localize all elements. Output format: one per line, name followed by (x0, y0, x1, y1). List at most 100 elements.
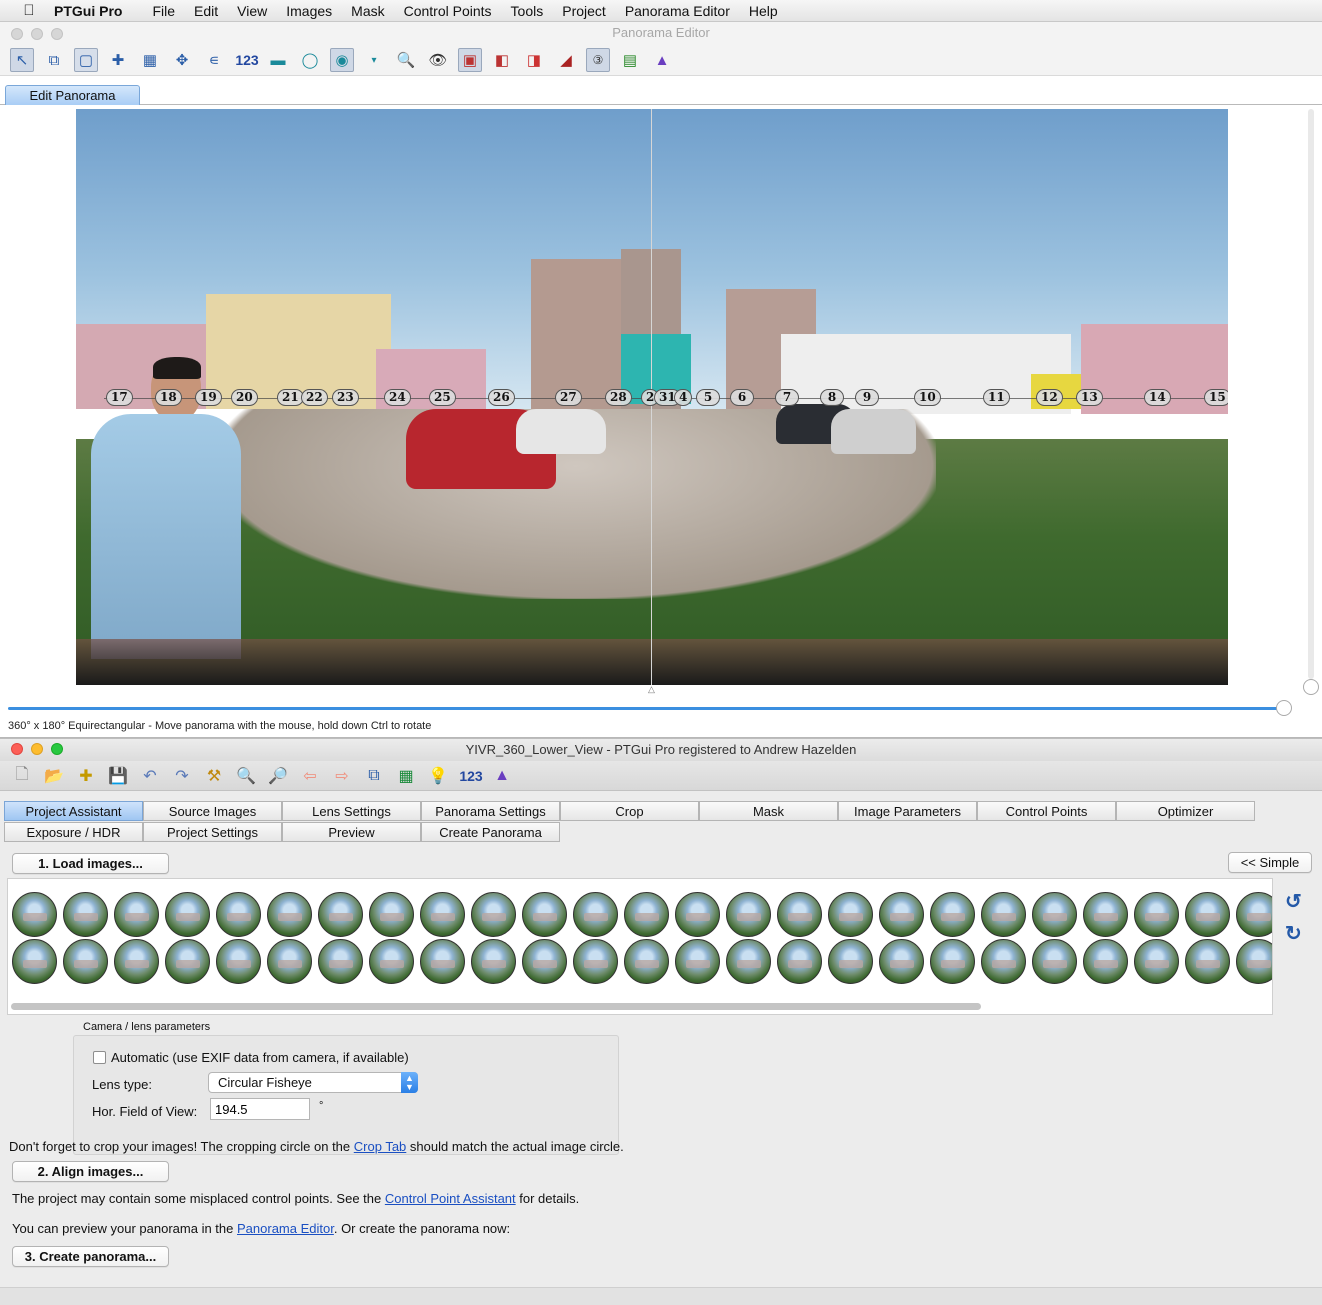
image-number-label[interactable]: 13 (1076, 389, 1103, 406)
app-name[interactable]: PTGui Pro (54, 3, 122, 19)
rotate-left-icon[interactable]: ↺ (1285, 889, 1302, 914)
image-number-label[interactable]: 9 (855, 389, 879, 406)
new-project-icon[interactable]: 🗋 (10, 764, 34, 788)
panorama-preview[interactable]: 17 18 19 20 21 22 23 24 25 26 27 28 2 31… (76, 109, 1228, 685)
projection-dropdown-icon[interactable]: ▾ (362, 48, 386, 72)
simple-mode-button[interactable]: << Simple (1228, 852, 1312, 873)
image-thumbnail[interactable] (420, 939, 465, 984)
image-number-label[interactable]: 27 (555, 389, 582, 406)
apple-icon[interactable]:  (18, 2, 40, 19)
image-number-label[interactable]: 8 (820, 389, 844, 406)
add-images-icon[interactable]: ✚ (74, 764, 98, 788)
image-thumbnail[interactable] (63, 892, 108, 937)
zoom-out-icon[interactable]: 🔎 (266, 764, 290, 788)
image-number-label[interactable]: 25 (429, 389, 456, 406)
rotate-right-icon[interactable]: ↻ (1285, 921, 1302, 946)
menu-project[interactable]: Project (562, 3, 606, 19)
tab-source-images[interactable]: Source Images (143, 801, 282, 821)
back-arrow-icon[interactable]: ⇦ (298, 764, 322, 788)
image-thumbnail[interactable] (930, 892, 975, 937)
image-number-label[interactable]: 22 (301, 389, 328, 406)
image-thumbnail[interactable] (165, 939, 210, 984)
image-thumbnail[interactable] (1236, 939, 1272, 984)
menu-control-points[interactable]: Control Points (404, 3, 492, 19)
image-thumbnail[interactable] (1134, 939, 1179, 984)
image-thumbnail[interactable] (1083, 939, 1128, 984)
image-thumbnail[interactable] (1185, 892, 1230, 937)
tab-edit-panorama[interactable]: Edit Panorama (5, 85, 140, 105)
image-number-label[interactable]: 24 (384, 389, 411, 406)
image-number-label[interactable]: 23 (332, 389, 359, 406)
image-thumbnail[interactable] (522, 892, 567, 937)
image-thumbnail[interactable] (777, 939, 822, 984)
window-icon[interactable]: ▤ (618, 48, 642, 72)
image-number-label[interactable]: 10 (914, 389, 941, 406)
close-window-button[interactable] (11, 28, 23, 40)
automatic-exif-label[interactable]: Automatic (use EXIF data from camera, if… (111, 1050, 409, 1065)
tab-image-parameters[interactable]: Image Parameters (838, 801, 977, 821)
forward-arrow-icon[interactable]: ⇨ (330, 764, 354, 788)
crop-tab-link[interactable]: Crop Tab (354, 1139, 407, 1154)
menu-file[interactable]: File (152, 3, 175, 19)
image-thumbnail[interactable] (1083, 892, 1128, 937)
book-icon[interactable]: ▲ (650, 48, 674, 72)
close-window-button[interactable] (11, 743, 23, 755)
automatic-exif-checkbox[interactable] (93, 1051, 106, 1064)
tab-preview[interactable]: Preview (282, 822, 421, 842)
image-thumbnail[interactable] (12, 939, 57, 984)
image-thumbnail[interactable] (267, 892, 312, 937)
image-thumbnail[interactable] (624, 892, 669, 937)
image-thumbnail[interactable] (981, 892, 1026, 937)
menu-help[interactable]: Help (749, 3, 778, 19)
image-number-label[interactable]: 17 (106, 389, 133, 406)
preview-eye-icon[interactable]: 👁 (426, 48, 450, 72)
image-number-label[interactable]: 7 (775, 389, 799, 406)
table-icon[interactable]: ▦ (394, 764, 418, 788)
undo-icon[interactable]: ↶ (138, 764, 162, 788)
align-images-button[interactable]: 2. Align images... (12, 1161, 169, 1182)
minimize-window-button[interactable] (31, 28, 43, 40)
lightbulb-icon[interactable]: 💡 (426, 764, 450, 788)
image-thumbnail[interactable] (573, 892, 618, 937)
image-number-label[interactable]: 15 (1204, 389, 1228, 406)
image-thumbnail[interactable] (828, 892, 873, 937)
menu-images[interactable]: Images (286, 3, 332, 19)
horizontal-slider-knob[interactable] (1276, 700, 1292, 716)
save-icon[interactable]: 💾 (106, 764, 130, 788)
image-thumbnail[interactable] (318, 939, 363, 984)
image-thumbnail[interactable] (675, 939, 720, 984)
horizontal-slider-track[interactable] (8, 707, 1284, 710)
image-thumbnail[interactable] (369, 939, 414, 984)
center-marker-icon[interactable]: △ (648, 684, 655, 695)
tab-exposure-hdr[interactable]: Exposure / HDR (4, 822, 143, 842)
number-images-button[interactable]: 123 (456, 764, 486, 788)
image-thumbnail[interactable] (624, 939, 669, 984)
image-number-label[interactable]: 19 (195, 389, 222, 406)
image-thumbnail[interactable] (267, 939, 312, 984)
menu-edit[interactable]: Edit (194, 3, 218, 19)
image-number-label[interactable]: 21 (277, 389, 304, 406)
image-thumbnail[interactable] (165, 892, 210, 937)
help-book-icon[interactable]: ▲ (490, 764, 514, 788)
warp-icon[interactable]: ◢ (554, 48, 578, 72)
image-number-label[interactable]: 5 (696, 389, 720, 406)
image-thumbnail[interactable] (981, 939, 1026, 984)
menu-view[interactable]: View (237, 3, 267, 19)
fit-panorama-icon[interactable]: ▦ (138, 48, 162, 72)
blend-icon[interactable]: ▣ (458, 48, 482, 72)
tools-icon[interactable]: ⚒ (202, 764, 226, 788)
image-thumbnail[interactable] (114, 892, 159, 937)
zoom-in-icon[interactable]: 🔍 (234, 764, 258, 788)
zoom-window-button[interactable] (51, 28, 63, 40)
image-thumbnail[interactable] (1032, 892, 1077, 937)
move-icon[interactable]: ✥ (170, 48, 194, 72)
tab-mask[interactable]: Mask (699, 801, 838, 821)
image-thumbnail[interactable] (369, 892, 414, 937)
select-tool-icon[interactable]: ↖ (10, 48, 34, 72)
image-number-label[interactable]: 6 (730, 389, 754, 406)
tab-lens-settings[interactable]: Lens Settings (282, 801, 421, 821)
image-number-label[interactable]: 11 (983, 389, 1010, 406)
image-number-label[interactable]: 28 (605, 389, 632, 406)
image-thumbnail[interactable] (1185, 939, 1230, 984)
image-thumbnail[interactable] (726, 892, 771, 937)
